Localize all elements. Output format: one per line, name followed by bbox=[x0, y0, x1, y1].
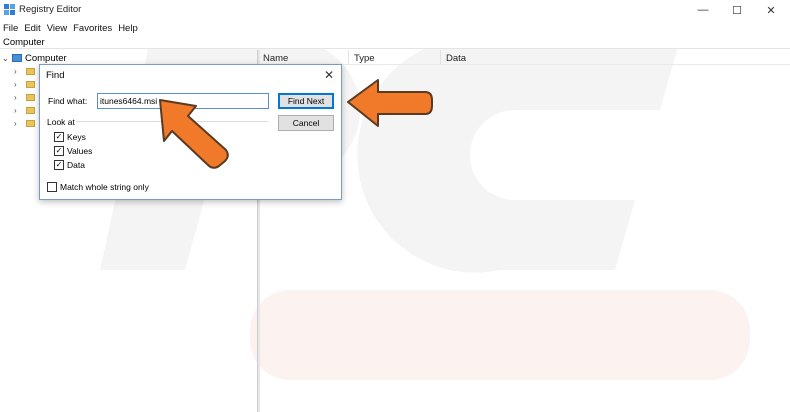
find-what-input[interactable] bbox=[97, 93, 269, 109]
chevron-down-icon[interactable]: ⌄ bbox=[2, 54, 12, 63]
folder-icon bbox=[26, 119, 35, 127]
keys-checkbox-row[interactable]: ✓ Keys bbox=[54, 131, 86, 143]
close-button[interactable]: ✕ bbox=[754, 0, 788, 20]
folder-icon bbox=[26, 67, 35, 75]
find-next-button[interactable]: Find Next bbox=[278, 93, 334, 109]
tree-root-computer[interactable]: ⌄ Computer bbox=[2, 52, 67, 64]
column-divider[interactable] bbox=[348, 50, 349, 65]
find-what-label: Find what: bbox=[48, 96, 88, 106]
data-checkbox-row[interactable]: ✓ Data bbox=[54, 159, 85, 171]
chevron-right-icon[interactable]: › bbox=[14, 119, 24, 128]
folder-icon bbox=[26, 106, 35, 114]
folder-icon bbox=[26, 80, 35, 88]
chevron-right-icon[interactable]: › bbox=[14, 93, 24, 102]
computer-icon bbox=[12, 54, 22, 62]
values-label: Values bbox=[67, 146, 93, 156]
tree-node[interactable]: › bbox=[14, 78, 35, 90]
column-type[interactable]: Type bbox=[354, 53, 375, 64]
values-checkbox[interactable]: ✓ bbox=[54, 146, 64, 156]
address-text: Computer bbox=[3, 37, 45, 48]
menu-favorites[interactable]: Favorites bbox=[73, 23, 112, 34]
match-whole-label: Match whole string only bbox=[60, 182, 149, 192]
keys-checkbox[interactable]: ✓ bbox=[54, 132, 64, 142]
maximize-button[interactable]: ☐ bbox=[720, 0, 754, 20]
cancel-button[interactable]: Cancel bbox=[278, 115, 334, 131]
window-title: Registry Editor bbox=[19, 4, 82, 15]
chevron-right-icon[interactable]: › bbox=[14, 106, 24, 115]
find-dialog: Find ✕ Find what: Find Next Cancel Look … bbox=[39, 64, 342, 200]
values-checkbox-row[interactable]: ✓ Values bbox=[54, 145, 92, 157]
tree-node[interactable]: › bbox=[14, 65, 35, 77]
dialog-title: Find bbox=[46, 70, 65, 81]
data-checkbox[interactable]: ✓ bbox=[54, 160, 64, 170]
list-header: Name Type Data bbox=[260, 50, 790, 65]
tree-node[interactable]: › bbox=[14, 104, 35, 116]
tree-node[interactable]: › bbox=[14, 117, 35, 129]
data-label: Data bbox=[67, 160, 85, 170]
minimize-button[interactable]: — bbox=[686, 0, 720, 20]
column-divider[interactable] bbox=[440, 50, 441, 65]
match-whole-row[interactable]: Match whole string only bbox=[47, 181, 149, 193]
menu-help[interactable]: Help bbox=[118, 23, 138, 34]
registry-icon bbox=[4, 4, 15, 15]
menu-bar: File Edit View Favorites Help bbox=[0, 20, 790, 36]
match-whole-checkbox[interactable] bbox=[47, 182, 57, 192]
chevron-right-icon[interactable]: › bbox=[14, 67, 24, 76]
menu-edit[interactable]: Edit bbox=[24, 23, 40, 34]
menu-view[interactable]: View bbox=[47, 23, 67, 34]
dialog-close-button[interactable]: ✕ bbox=[320, 67, 338, 83]
keys-label: Keys bbox=[67, 132, 86, 142]
tree-node[interactable]: › bbox=[14, 91, 35, 103]
arrow-right-annotation bbox=[347, 79, 433, 127]
chevron-right-icon[interactable]: › bbox=[14, 80, 24, 89]
address-bar[interactable]: Computer bbox=[0, 36, 790, 49]
column-data[interactable]: Data bbox=[446, 53, 466, 64]
tree-root-label: Computer bbox=[25, 52, 67, 64]
title-bar: Registry Editor — ☐ ✕ bbox=[0, 0, 790, 20]
folder-icon bbox=[26, 93, 35, 101]
look-at-label: Look at bbox=[46, 117, 76, 127]
menu-file[interactable]: File bbox=[3, 23, 18, 34]
column-name[interactable]: Name bbox=[263, 53, 288, 64]
